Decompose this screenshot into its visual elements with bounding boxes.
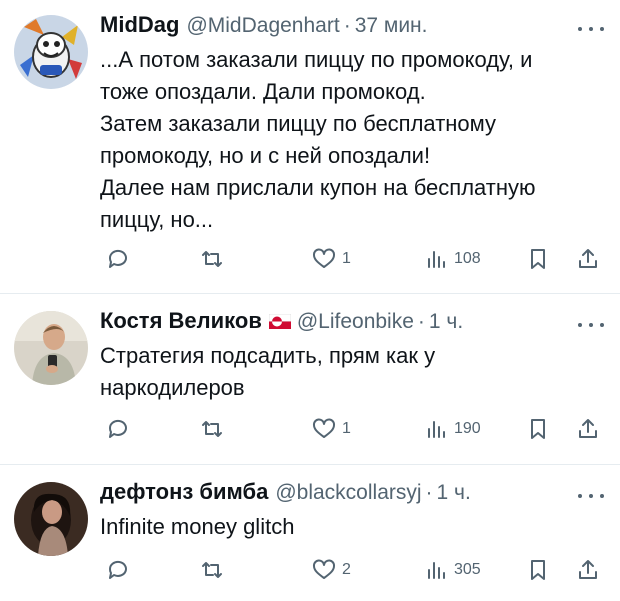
like-count: 1 (342, 420, 351, 437)
action-bar: 1 190 (100, 414, 604, 444)
share-button[interactable] (576, 414, 600, 444)
views-icon (428, 251, 445, 268)
share-icon (579, 249, 597, 268)
reply-button[interactable] (106, 414, 130, 444)
more-options-icon[interactable] (578, 316, 604, 334)
action-bar: 1 108 (100, 244, 604, 274)
separator: · (343, 14, 351, 37)
views-button[interactable]: 108 (424, 244, 481, 274)
tweet-text: Infinite money glitch (100, 514, 295, 539)
separator: · (425, 481, 433, 504)
display-name[interactable]: Костя Великов (100, 308, 262, 334)
bookmark-button[interactable] (526, 244, 550, 274)
more-options-icon[interactable] (578, 20, 604, 38)
tweet-header: Костя Великов @Lifeonbike · 1 ч. (100, 308, 604, 338)
views-icon (428, 421, 445, 438)
display-name[interactable]: дефтонз бимба (100, 479, 268, 505)
view-count: 190 (454, 420, 481, 437)
heart-icon (313, 248, 335, 268)
views-icon (428, 562, 445, 579)
action-bar: 2 305 (100, 555, 604, 585)
tweet[interactable]: Костя Великов @Lifeonbike · 1 ч. Стратег… (0, 294, 620, 464)
heart-icon (313, 418, 335, 438)
bookmark-icon (531, 419, 545, 439)
more-options-icon[interactable] (578, 487, 604, 505)
views-button[interactable]: 190 (424, 414, 481, 444)
avatar[interactable] (14, 482, 88, 556)
user-handle[interactable]: @Lifeonbike (297, 310, 414, 334)
reply-icon (108, 560, 127, 579)
share-icon (579, 419, 597, 438)
avatar[interactable] (14, 311, 88, 385)
timestamp[interactable]: 1 ч. (437, 481, 471, 505)
bookmark-button[interactable] (526, 555, 550, 585)
greenland-flag-icon (268, 314, 291, 329)
view-count: 108 (454, 250, 481, 267)
tweet-text: ...А потом заказали пиццу по промокоду, … (100, 47, 536, 232)
display-name[interactable]: MidDag (100, 12, 179, 38)
tweet[interactable]: MidDag @MidDagenhart · 37 мин. ...А пото… (0, 0, 620, 293)
retweet-button[interactable] (200, 414, 224, 444)
tweet-header: дефтонз бимба @blackcollarsyj · 1 ч. (100, 479, 604, 509)
tweet-text: Стратегия подсадить, прям как у наркодил… (100, 343, 436, 400)
reply-button[interactable] (106, 555, 130, 585)
retweet-button[interactable] (200, 555, 224, 585)
tweet[interactable]: дефтонз бимба @blackcollarsyj · 1 ч. Inf… (0, 465, 620, 601)
user-handle[interactable]: @blackcollarsyj (275, 481, 421, 505)
like-button[interactable]: 1 (312, 414, 351, 444)
reply-icon (108, 249, 127, 268)
bookmark-icon (531, 560, 545, 580)
retweet-button[interactable] (200, 244, 224, 274)
like-button[interactable]: 2 (312, 555, 351, 585)
bookmark-button[interactable] (526, 414, 550, 444)
share-button[interactable] (576, 555, 600, 585)
like-count: 1 (342, 250, 351, 267)
separator: · (417, 310, 425, 333)
retweet-icon (202, 251, 222, 267)
tweet-header: MidDag @MidDagenhart · 37 мин. (100, 12, 604, 42)
user-handle[interactable]: @MidDagenhart (186, 14, 339, 38)
share-button[interactable] (576, 244, 600, 274)
bookmark-icon (531, 249, 545, 269)
reply-button[interactable] (106, 244, 130, 274)
reply-icon (108, 419, 127, 438)
retweet-icon (202, 562, 222, 578)
views-button[interactable]: 305 (424, 555, 481, 585)
retweet-icon (202, 421, 222, 437)
share-icon (579, 560, 597, 579)
like-count: 2 (342, 561, 351, 578)
like-button[interactable]: 1 (312, 244, 351, 274)
timestamp[interactable]: 37 мин. (355, 14, 428, 38)
view-count: 305 (454, 561, 481, 578)
timestamp[interactable]: 1 ч. (429, 310, 463, 334)
avatar[interactable] (14, 15, 88, 89)
heart-icon (313, 559, 335, 579)
